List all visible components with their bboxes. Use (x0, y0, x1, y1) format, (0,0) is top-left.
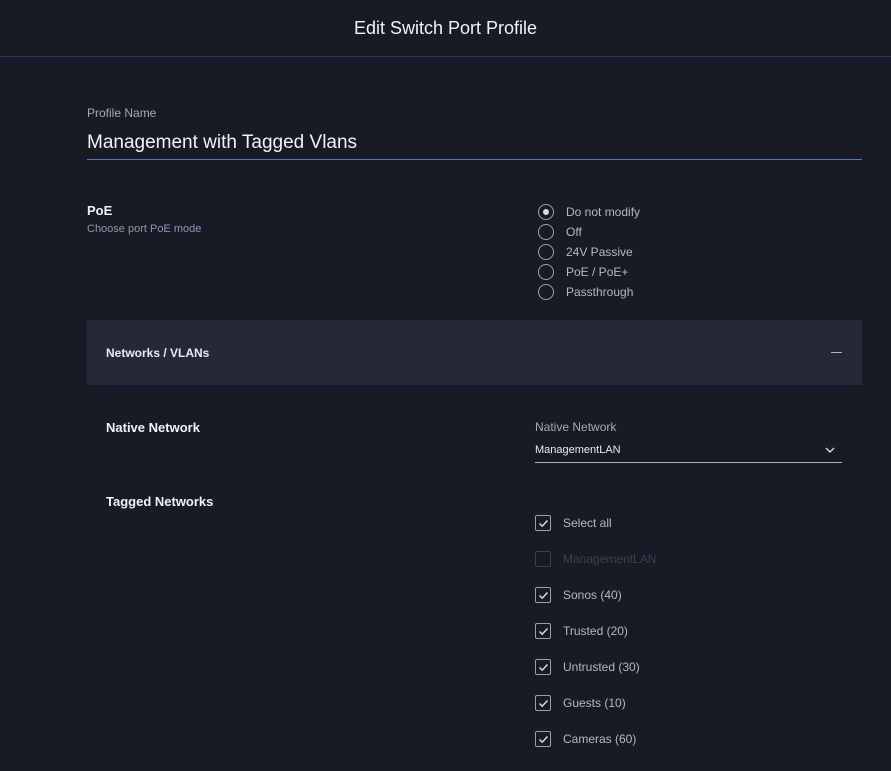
checkmark-icon (538, 627, 548, 635)
poe-option-passthrough[interactable]: Passthrough (538, 282, 640, 302)
checkbox (535, 587, 551, 603)
checkbox (535, 515, 551, 531)
radio-icon (538, 244, 554, 260)
networks-vlans-section-header[interactable]: Networks / VLANs (87, 320, 862, 385)
checkbox (535, 623, 551, 639)
profile-name-label: Profile Name (87, 106, 157, 120)
poe-title: PoE (87, 203, 113, 218)
checkbox-label: Trusted (20) (563, 624, 628, 638)
radio-icon (538, 284, 554, 300)
checkmark-icon (538, 699, 548, 707)
checkbox-label: Cameras (60) (563, 732, 637, 746)
poe-mode-radio-group: Do not modify Off 24V Passive PoE / PoE+… (538, 202, 640, 302)
checkbox (535, 731, 551, 747)
checkbox (535, 695, 551, 711)
collapse-icon[interactable] (831, 352, 842, 353)
tagged-cameras[interactable]: Cameras (60) (535, 730, 656, 748)
checkbox-label: Sonos (40) (563, 588, 622, 602)
poe-option-do-not-modify[interactable]: Do not modify (538, 202, 640, 222)
checkmark-icon (538, 591, 548, 599)
tagged-guests[interactable]: Guests (10) (535, 694, 656, 712)
poe-option-label: Off (566, 225, 582, 239)
checkbox-label: Guests (10) (563, 696, 626, 710)
checkbox (535, 659, 551, 675)
native-network-title: Native Network (106, 420, 200, 435)
page-title: Edit Switch Port Profile (353, 17, 538, 38)
checkbox-label: Select all (563, 516, 612, 530)
checkbox (535, 551, 551, 567)
poe-option-label: Passthrough (566, 285, 634, 299)
poe-subtitle: Choose port PoE mode (87, 223, 202, 235)
radio-icon (538, 264, 554, 280)
native-network-field-label: Native Network (535, 420, 617, 434)
tagged-networks-list: Select all ManagementLAN Sonos (40) Trus… (535, 514, 656, 766)
checkbox-label: Untrusted (30) (563, 660, 640, 674)
tagged-management-lan: ManagementLAN (535, 550, 656, 568)
tagged-select-all[interactable]: Select all (535, 514, 656, 532)
checkmark-icon (538, 735, 548, 743)
chevron-down-icon (825, 447, 835, 453)
poe-option-poe-plus[interactable]: PoE / PoE+ (538, 262, 640, 282)
native-network-select[interactable]: ManagementLAN (535, 438, 842, 463)
section-title: Networks / VLANs (106, 345, 210, 360)
native-network-selected-value: ManagementLAN (535, 444, 621, 456)
tagged-sonos[interactable]: Sonos (40) (535, 586, 656, 604)
tagged-trusted[interactable]: Trusted (20) (535, 622, 656, 640)
poe-option-off[interactable]: Off (538, 222, 640, 242)
page-header: Edit Switch Port Profile (0, 0, 891, 57)
radio-icon (538, 204, 554, 220)
poe-option-label: Do not modify (566, 205, 641, 219)
poe-option-24v-passive[interactable]: 24V Passive (538, 242, 640, 262)
poe-option-label: PoE / PoE+ (566, 265, 629, 279)
poe-option-label: 24V Passive (566, 245, 633, 259)
radio-icon (538, 224, 554, 240)
checkmark-icon (538, 663, 548, 671)
checkmark-icon (538, 519, 548, 527)
tagged-networks-title: Tagged Networks (106, 494, 214, 509)
profile-name-input[interactable] (87, 126, 862, 160)
tagged-untrusted[interactable]: Untrusted (30) (535, 658, 656, 676)
checkbox-label: ManagementLAN (563, 552, 657, 566)
